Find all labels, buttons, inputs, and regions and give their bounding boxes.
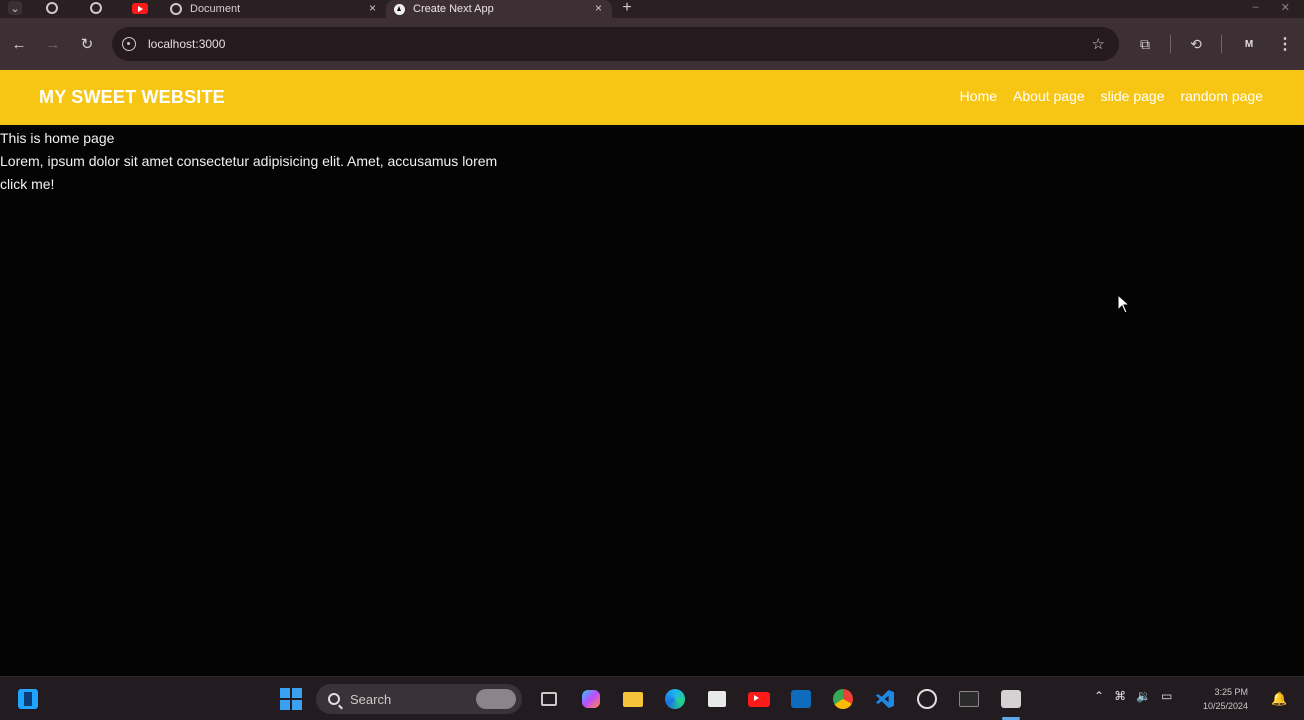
pinned-tab-2[interactable] — [74, 0, 118, 16]
browser-toolbar: ← → ↻ localhost:3000 ☆ ⧉ ⟲ M ⋮ — [0, 18, 1304, 70]
extensions-button[interactable]: ⧉ — [1128, 27, 1162, 61]
file-explorer-icon[interactable] — [621, 687, 645, 711]
clock-date: 10/25/2024 — [1203, 701, 1249, 711]
history-icon: ⟲ — [1190, 35, 1202, 52]
battery-icon[interactable]: ▭ — [1161, 689, 1172, 703]
tab-document[interactable]: Document × — [162, 0, 386, 18]
windows-icon — [280, 688, 302, 710]
chrome-icon[interactable] — [831, 687, 855, 711]
system-clock[interactable]: 3:25 PM 10/25/2024 — [1203, 685, 1248, 713]
start-button[interactable] — [279, 687, 303, 711]
network-icon[interactable]: ⌘ — [1114, 689, 1126, 703]
tab-create-next-app[interactable]: Create Next App × — [386, 0, 612, 18]
clock-time: 3:25 PM — [1214, 687, 1249, 697]
pinned-tab-1[interactable] — [30, 0, 74, 16]
nav-link-slide[interactable]: slide page — [1101, 88, 1165, 104]
system-tray: ⌃ ⌘ 🔉 ▭ — [1094, 689, 1172, 703]
chevron-up-icon[interactable]: ⌃ — [1094, 689, 1104, 703]
nextjs-icon — [394, 3, 405, 15]
url-text[interactable]: localhost:3000 — [148, 37, 225, 51]
notification-bell-icon[interactable]: 🔔 — [1271, 691, 1287, 707]
tab-title: Document — [190, 3, 241, 15]
forward-button[interactable]: → — [36, 27, 70, 61]
toolbar-actions: ⧉ ⟲ M ⋮ — [1128, 27, 1302, 61]
browser-menu-button[interactable]: ⋮ — [1268, 27, 1302, 61]
address-bar[interactable]: localhost:3000 ☆ — [112, 27, 1119, 61]
new-tab-button[interactable]: + — [612, 0, 642, 16]
youtube-icon — [132, 2, 148, 14]
snipping-tool-icon[interactable] — [999, 687, 1023, 711]
tab-title: Create Next App — [413, 3, 494, 15]
page-paragraph: Lorem, ipsum dolor sit amet consectetur … — [0, 153, 498, 169]
pinned-tab-youtube[interactable] — [118, 0, 162, 16]
toolbar-divider — [1221, 35, 1222, 53]
puzzle-icon: ⧉ — [1140, 35, 1150, 52]
window-controls: – ✕ — [1253, 0, 1304, 14]
globe-icon — [46, 2, 58, 14]
globe-icon — [170, 3, 182, 15]
terminal-icon[interactable] — [957, 687, 981, 711]
vscode-icon[interactable] — [873, 687, 897, 711]
kebab-menu-icon: ⋮ — [1277, 36, 1293, 53]
widgets-icon[interactable] — [18, 689, 38, 709]
site-brand[interactable]: MY SWEET WEBSITE — [39, 87, 225, 108]
edge-icon[interactable] — [663, 687, 687, 711]
nav-link-about[interactable]: About page — [1013, 88, 1085, 104]
back-button[interactable]: ← — [2, 27, 36, 61]
arrow-right-icon: → — [45, 35, 61, 53]
bookmark-star-icon[interactable]: ☆ — [1092, 35, 1105, 53]
history-button[interactable]: ⟲ — [1179, 27, 1213, 61]
youtube-app-icon[interactable] — [747, 687, 771, 711]
close-window-icon[interactable]: ✕ — [1281, 1, 1290, 14]
outlook-icon[interactable] — [789, 687, 813, 711]
profile-avatar[interactable]: M — [1238, 33, 1260, 55]
globe-icon — [90, 2, 102, 14]
nav-link-random[interactable]: random page — [1180, 88, 1263, 104]
arrow-left-icon: ← — [11, 35, 27, 53]
taskbar: Search ⌃ ⌘ 🔉 ▭ 3:25 PM 10/25/2024 🔔 — [0, 676, 1304, 720]
volume-icon[interactable]: 🔉 — [1136, 689, 1151, 703]
page-content: This is home page Lorem, ipsum dolor sit… — [0, 128, 497, 197]
store-icon[interactable] — [705, 687, 729, 711]
copilot-icon[interactable] — [579, 687, 603, 711]
minimize-icon[interactable]: – — [1253, 1, 1259, 13]
search-icon — [328, 693, 340, 705]
site-info-icon[interactable] — [122, 37, 136, 51]
task-view-icon[interactable] — [537, 687, 561, 711]
tab-search-button[interactable]: ⌄ — [0, 0, 30, 16]
media-player-icon[interactable] — [915, 687, 939, 711]
search-placeholder: Search — [350, 691, 392, 707]
close-tab-icon[interactable]: × — [369, 1, 376, 15]
chevron-down-icon: ⌄ — [8, 1, 22, 15]
tab-strip: ⌄ Document × Create Next App × + – ✕ — [0, 0, 1304, 18]
taskbar-search[interactable]: Search — [316, 684, 522, 714]
page-heading: This is home page — [0, 130, 115, 146]
reload-icon: ↻ — [80, 36, 94, 53]
close-tab-icon[interactable]: × — [595, 1, 602, 15]
nav-link-home[interactable]: Home — [960, 88, 997, 104]
search-highlight-icon — [476, 689, 516, 709]
reload-button[interactable]: ↻ — [70, 27, 104, 61]
click-me-button[interactable]: click me! — [0, 174, 54, 194]
toolbar-divider — [1170, 35, 1171, 53]
site-nav: Home About page slide page random page — [960, 88, 1263, 104]
site-header: MY SWEET WEBSITE Home About page slide p… — [0, 70, 1304, 125]
